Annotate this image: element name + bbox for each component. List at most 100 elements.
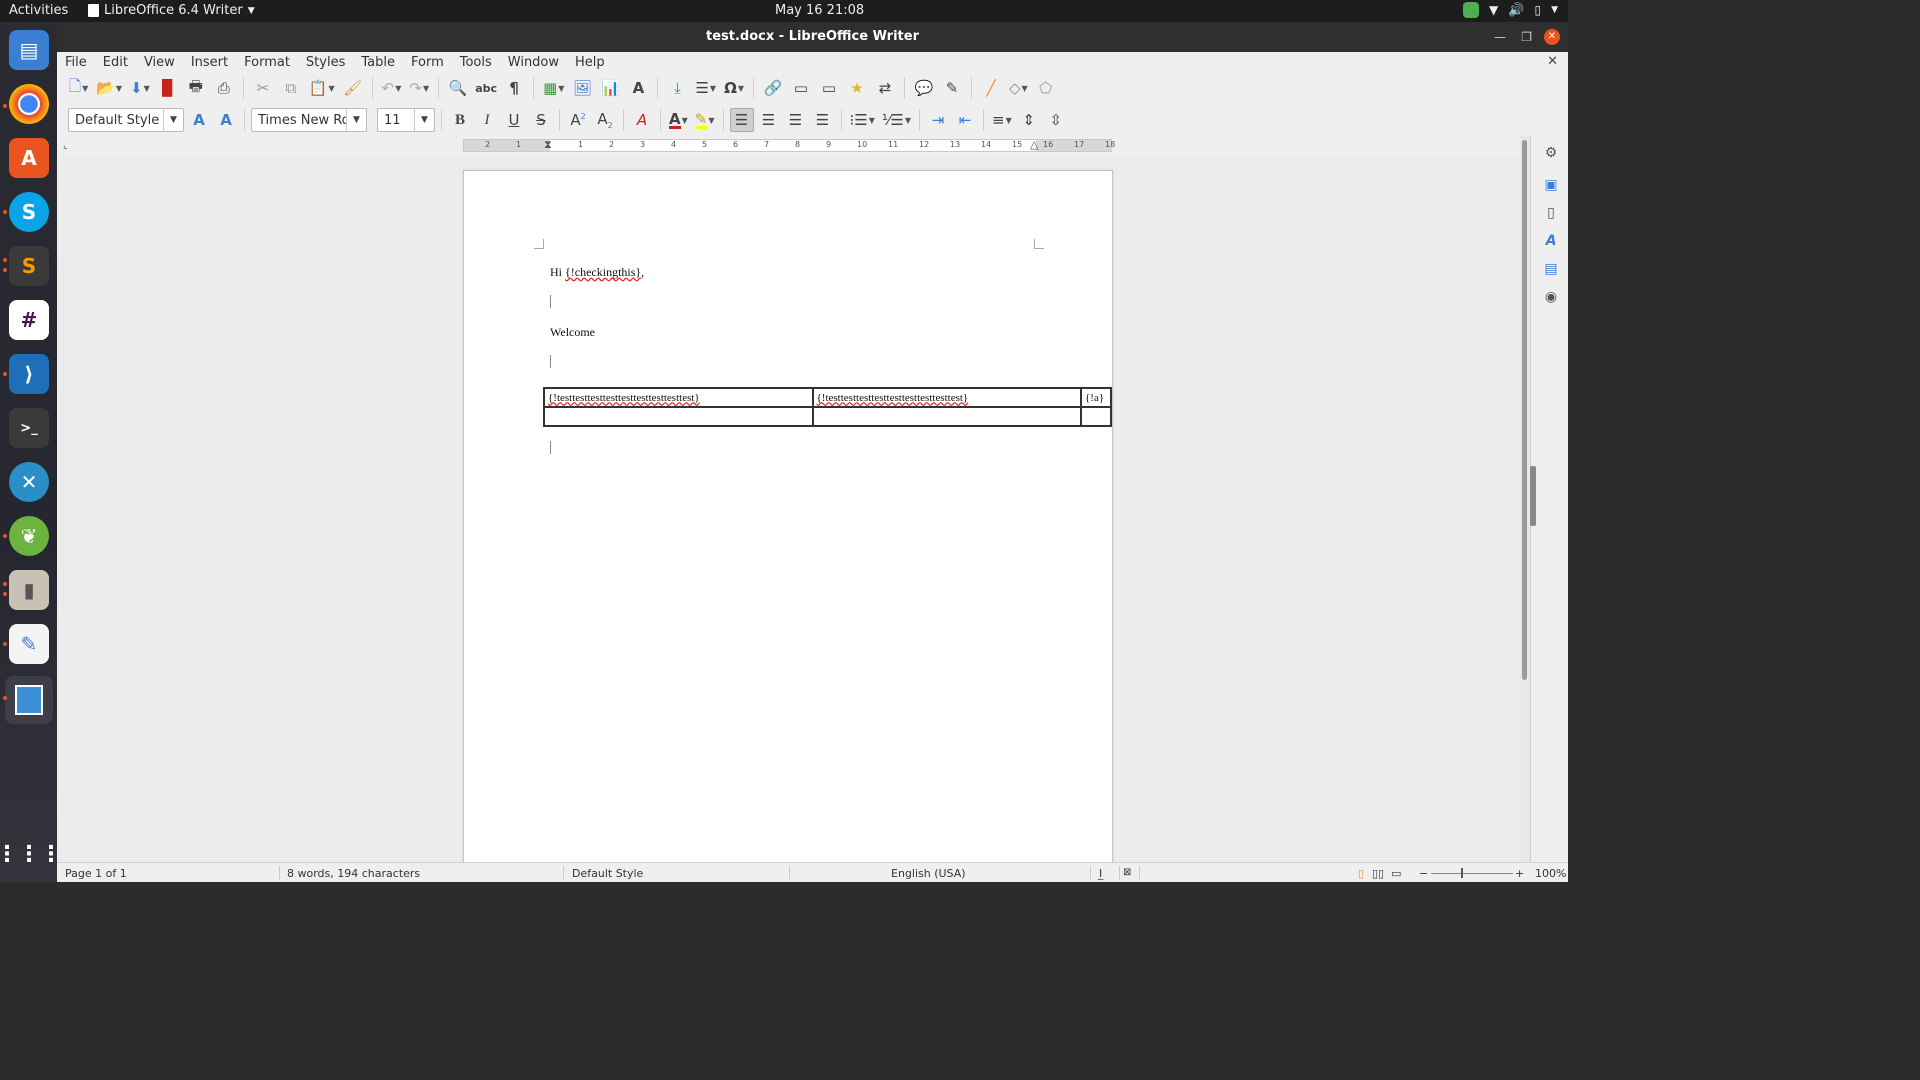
highlight-color-button[interactable]: ✎ ▼	[693, 108, 717, 132]
scrollbar-thumb[interactable]	[1522, 140, 1527, 680]
battery-icon[interactable]: ▯	[1534, 3, 1541, 17]
insert-mode-icon[interactable]: I̲	[1099, 867, 1102, 880]
table-cell[interactable]: {!testtesttesttesttesttesttesttesttest}	[543, 387, 814, 408]
insert-comment-button[interactable]: 💬	[912, 76, 936, 100]
cut-button[interactable]: ✂	[251, 76, 275, 100]
zoom-level[interactable]: 100%	[1535, 867, 1566, 880]
font-name-select[interactable]: Times New Ron ▼	[251, 108, 367, 132]
word-count[interactable]: 8 words, 194 characters	[287, 867, 420, 880]
multi-page-view-icon[interactable]: ▯▯	[1372, 867, 1384, 880]
align-left-button[interactable]: ☰	[729, 108, 754, 132]
zoom-slider[interactable]	[1431, 868, 1513, 878]
spelling-button[interactable]: abc	[474, 76, 498, 100]
sidebar-navigator-icon[interactable]: ◉	[1542, 288, 1560, 306]
paragraph-style-select[interactable]: Default Style ▼	[68, 108, 184, 132]
document-table[interactable]: {!testtesttesttesttesttesttesttesttest} …	[543, 387, 1112, 427]
dock-archive[interactable]: ▮	[9, 570, 49, 610]
sidebar-page-icon[interactable]: ▯	[1542, 204, 1560, 222]
table-cell[interactable]	[1080, 406, 1112, 427]
print-preview-button[interactable]: ⎙	[212, 76, 236, 100]
export-pdf-button[interactable]: ▉	[156, 76, 180, 100]
chevron-down-icon[interactable]: ▼	[346, 109, 366, 131]
app-menu[interactable]: LibreOffice 6.4 Writer ▼	[88, 3, 255, 18]
dock-crossover[interactable]: ✕	[9, 462, 49, 502]
dock-software[interactable]: A	[9, 138, 49, 178]
bold-button[interactable]: B	[448, 108, 472, 132]
clone-formatting-button[interactable]: 🖌	[341, 76, 365, 100]
welcome-paragraph[interactable]: Welcome	[550, 325, 595, 340]
minimize-button[interactable]: —	[1494, 29, 1506, 45]
insert-special-character-button[interactable]: Ω ▼	[722, 76, 746, 100]
align-center-button[interactable]: ☰	[757, 108, 781, 132]
horizontal-ruler[interactable]: ⧗ △ 2 1 1 2 3 4 5 6 7 8 9 10 11 12 13 14 15 16 17 18	[463, 138, 1115, 152]
insert-page-break-button[interactable]: ⤓	[665, 76, 689, 100]
insert-footnote-button[interactable]: ▭	[789, 76, 813, 100]
sidebar-properties-icon[interactable]: ▣	[1542, 176, 1560, 194]
decrease-paragraph-spacing-button[interactable]: ⇳	[1044, 108, 1068, 132]
redo-button[interactable]: ↷ ▼	[407, 76, 431, 100]
clear-formatting-button[interactable]: A	[630, 108, 654, 132]
new-style-button[interactable]: A	[214, 108, 238, 132]
document-modified-icon[interactable]: ⊠	[1123, 867, 1131, 878]
undo-button[interactable]: ↶ ▼	[380, 76, 404, 100]
system-menu-arrow-icon[interactable]: ▼	[1551, 5, 1558, 15]
system-tray[interactable]: ▼ 🔊 ▯ ▼	[1463, 2, 1558, 18]
italic-button[interactable]: I	[475, 108, 499, 132]
zoom-out-button[interactable]: −	[1419, 867, 1428, 880]
strikethrough-button[interactable]: S	[529, 108, 553, 132]
print-button[interactable]: 🖶	[184, 76, 208, 100]
underline-button[interactable]: U	[502, 108, 526, 132]
paste-button[interactable]: 📋 ▼	[307, 76, 337, 100]
dock-files[interactable]: ▤	[9, 30, 49, 70]
book-view-icon[interactable]: ▭	[1391, 867, 1401, 880]
document-canvas[interactable]: Hi {!checkingthis}, Welcome {!testtestte…	[57, 158, 1522, 862]
greeting-field[interactable]: {!checkingthis}	[565, 265, 641, 279]
dock-skype[interactable]: S	[9, 192, 49, 232]
dock-vscode[interactable]: ⟩	[9, 354, 49, 394]
increase-indent-button[interactable]: ⇥	[926, 108, 950, 132]
language[interactable]: English (USA)	[891, 867, 966, 880]
zoom-slider-thumb[interactable]	[1461, 868, 1463, 878]
find-replace-button[interactable]: 🔍	[446, 76, 470, 100]
tab-stop-selector[interactable]: ⌞	[63, 140, 68, 151]
right-indent-marker[interactable]: △	[1030, 138, 1038, 151]
chevron-down-icon[interactable]: ▼	[414, 109, 434, 131]
wifi-icon[interactable]: ▼	[1489, 3, 1498, 17]
zoom-in-button[interactable]: +	[1515, 867, 1524, 880]
insert-field-button[interactable]: ☰ ▼	[693, 76, 718, 100]
menu-edit[interactable]: Edit	[103, 55, 128, 70]
page-count[interactable]: Page 1 of 1	[65, 867, 127, 880]
update-style-button[interactable]: A	[187, 108, 211, 132]
dock-terminal[interactable]: >_	[9, 408, 49, 448]
superscript-button[interactable]: A2	[566, 108, 590, 132]
menu-tools[interactable]: Tools	[460, 55, 492, 70]
menu-view[interactable]: View	[144, 55, 175, 70]
show-applications-button[interactable]: ⋮⋮⋮	[0, 834, 62, 874]
document-page[interactable]: Hi {!checkingthis}, Welcome {!testtestte…	[463, 170, 1113, 862]
draw-functions-button[interactable]: ⬠	[1034, 76, 1058, 100]
menu-file[interactable]: File	[65, 55, 87, 70]
chevron-down-icon[interactable]: ▼	[163, 109, 183, 131]
save-button[interactable]: ⬇ ▼	[128, 76, 152, 100]
insert-image-button[interactable]: 🖼	[570, 76, 594, 100]
activities-button[interactable]: Activities	[9, 3, 68, 18]
basic-shapes-button[interactable]: ◇ ▼	[1007, 76, 1030, 100]
insert-hyperlink-button[interactable]: 🔗	[761, 76, 785, 100]
dock-sublime[interactable]: S	[9, 246, 49, 286]
track-changes-button[interactable]: ✎	[940, 76, 964, 100]
open-button[interactable]: 📂 ▼	[94, 76, 124, 100]
volume-icon[interactable]: 🔊	[1508, 3, 1524, 18]
vertical-scrollbar[interactable]	[1520, 136, 1530, 862]
menu-window[interactable]: Window	[508, 55, 559, 70]
menu-help[interactable]: Help	[575, 55, 605, 70]
decrease-indent-button[interactable]: ⇤	[953, 108, 977, 132]
dock-chrome[interactable]	[9, 84, 49, 124]
menu-insert[interactable]: Insert	[191, 55, 228, 70]
dock-spring[interactable]: ❦	[9, 516, 49, 556]
ordered-list-button[interactable]: ⅟☰ ▼	[880, 108, 913, 132]
increase-paragraph-spacing-button[interactable]: ⇕	[1017, 108, 1041, 132]
table-cell[interactable]: {!a}	[1080, 387, 1112, 408]
font-size-select[interactable]: 11 ▼	[377, 108, 435, 132]
greeting-paragraph[interactable]: Hi {!checkingthis},	[550, 265, 644, 280]
formatting-marks-button[interactable]: ¶	[502, 76, 526, 100]
